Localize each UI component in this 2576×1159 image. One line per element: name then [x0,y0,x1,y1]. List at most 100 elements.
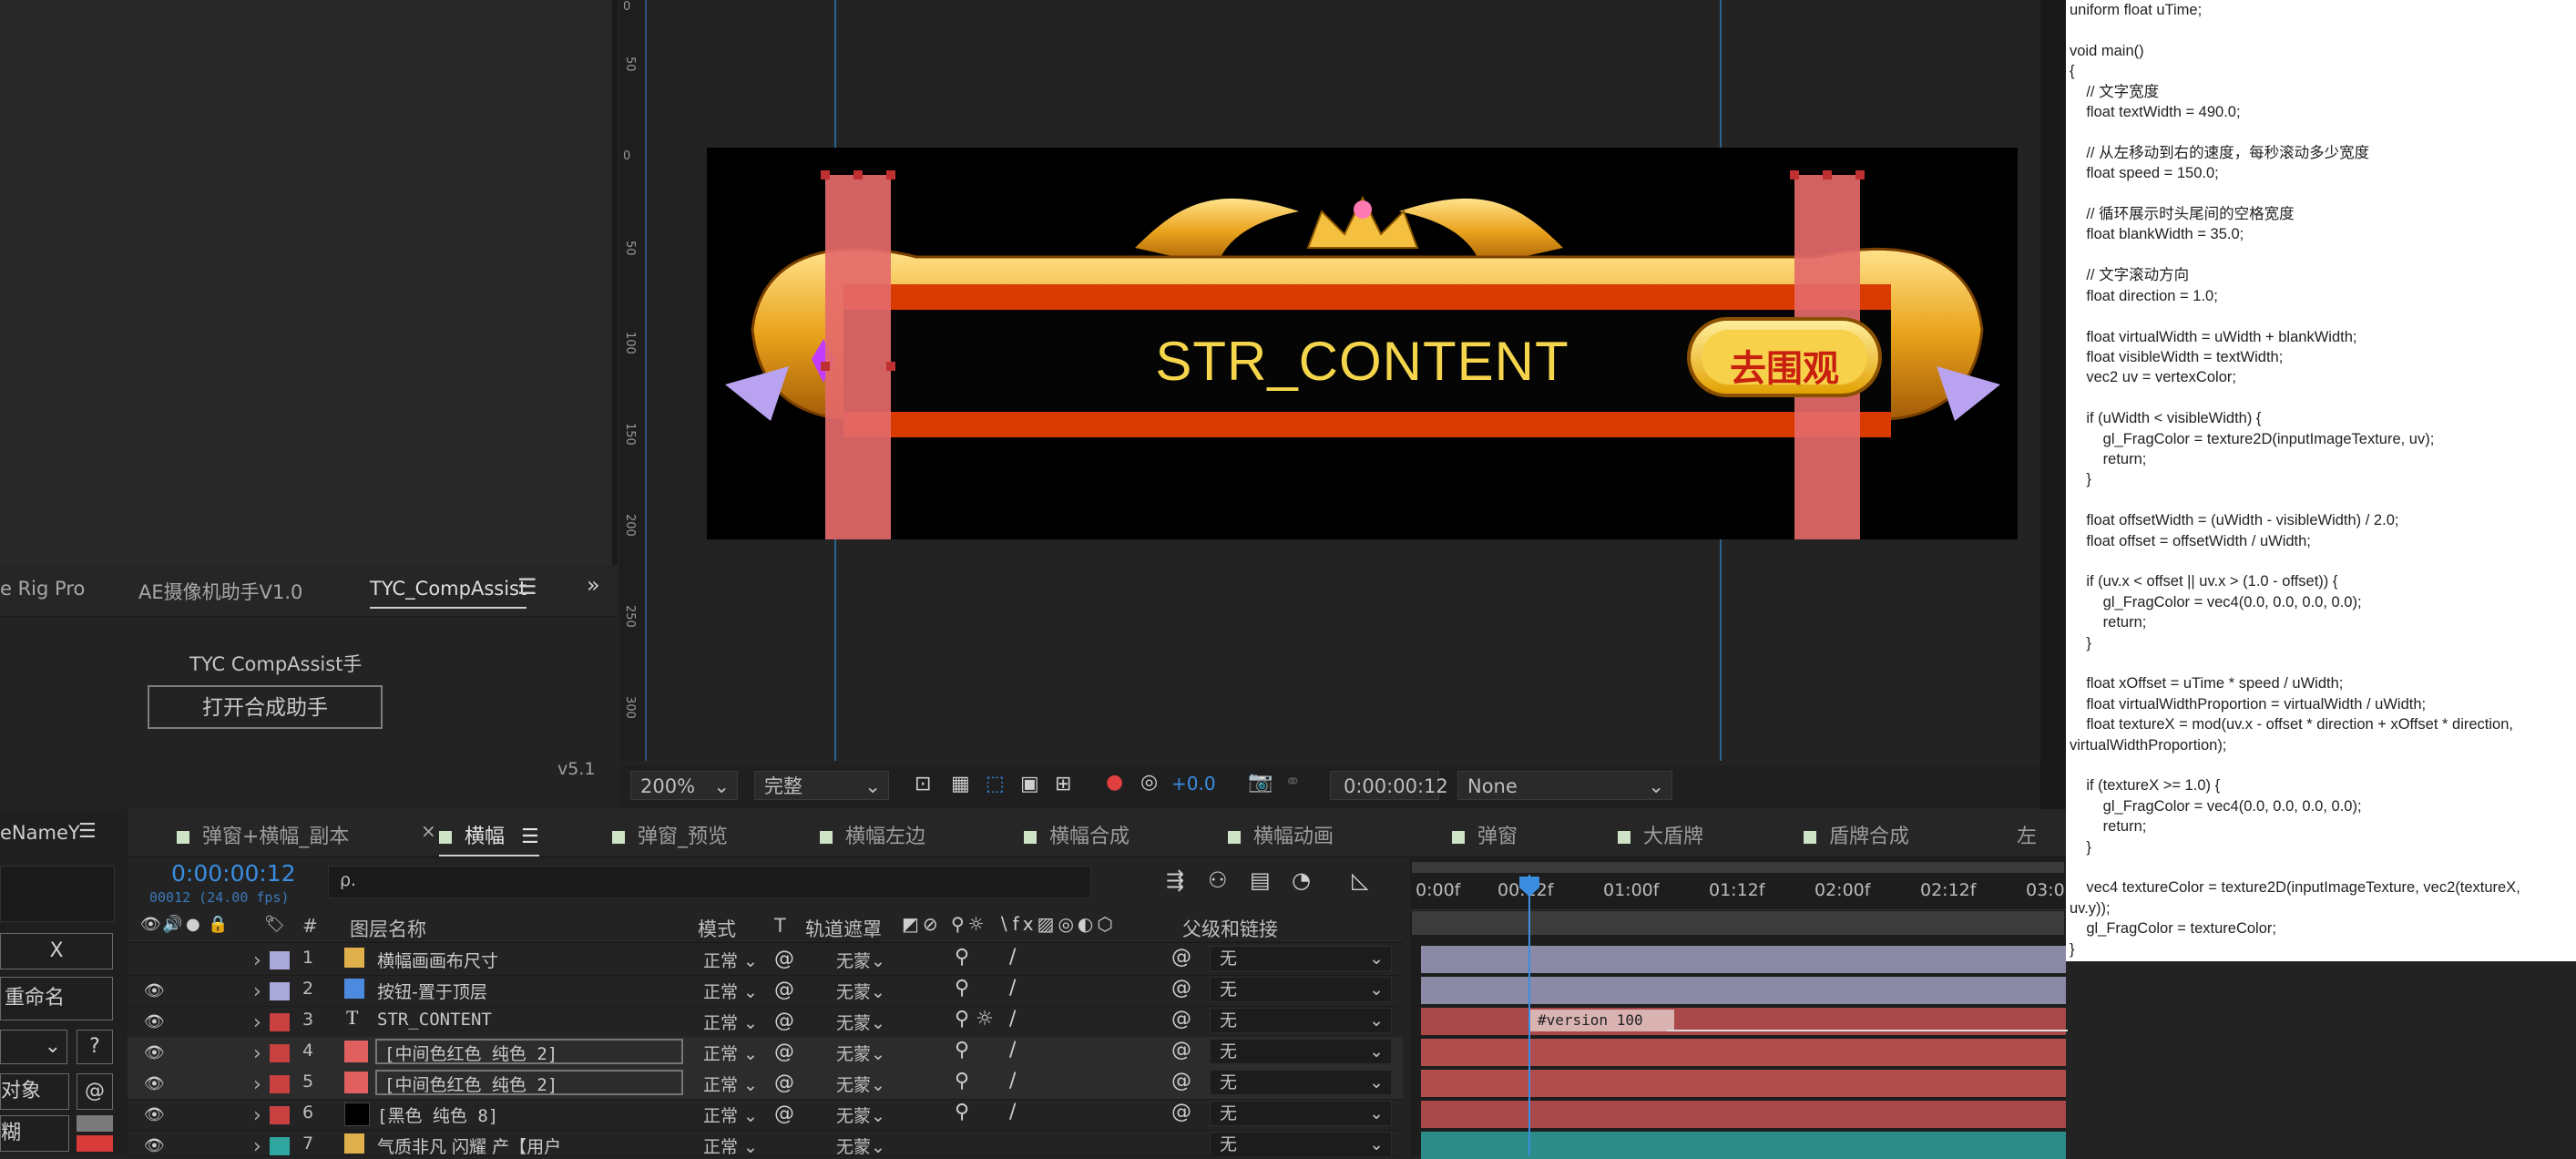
current-time-field[interactable]: 0:00:00:12 [1330,771,1448,800]
label-color-swatch[interactable] [270,1106,290,1124]
open-comp-assist-button[interactable]: 打开合成助手 [148,685,383,729]
resolution-select[interactable]: 完整 ⌄ [754,771,889,800]
track-matte-select[interactable]: 无蒙⌄ [836,1103,885,1127]
track-matte-select[interactable]: 无蒙⌄ [836,948,885,972]
layer-duration-bar[interactable] [1421,1070,2066,1097]
parent-select[interactable]: 无 ⌄ [1210,1008,1392,1033]
layer-duration-bar[interactable] [1421,1101,2066,1128]
expand-chevron-icon[interactable]: › [253,1042,261,1065]
label-icon[interactable]: 🏷 [264,915,285,934]
layer-row[interactable]: › 1 横幅画画布尺寸 正常 ⌄ @ 无蒙⌄ ⚲ / @ 无 ⌄ [128,944,1403,976]
track-matte-select[interactable]: 无蒙⌄ [836,1010,885,1034]
tab-camera-helper[interactable]: AE摄像机助手V1.0 [138,578,302,605]
tab-banner-left[interactable]: 横幅左边 [820,820,925,849]
rename-button[interactable]: 重命名 [0,977,113,1021]
comp-flowchart-icon[interactable]: ⇶ [1166,867,1184,893]
name-input[interactable] [0,866,115,922]
eye-icon[interactable]: 👁 [140,915,161,934]
snapshot-icon[interactable]: 📷 [1248,771,1273,794]
eye-icon[interactable]: 👁 [144,1136,165,1155]
tab-left-partial[interactable]: 左 [2017,820,2037,849]
lock-icon[interactable]: 🔒 [208,915,228,934]
overflow-chevron-icon[interactable]: » [587,572,600,598]
tab-big-shield[interactable]: 大盾牌 [1618,820,1703,849]
parent-pickwhip-icon[interactable]: @ [1171,946,1191,969]
track-matte-icon[interactable]: @ [774,1010,794,1032]
track-matte-icon[interactable]: @ [774,1041,794,1063]
layer-row[interactable]: 👁 › 6 [黑色 纯色 8] 正常 ⌄ @ 无蒙⌄ ⚲ / @ 无 ⌄ [128,1099,1403,1131]
timeline-timecode[interactable]: 0:00:00:12 [171,860,296,887]
parent-select[interactable]: 无 ⌄ [1210,1070,1392,1095]
layer-name[interactable]: [中间色红色 纯色 2] [384,1041,557,1065]
layer-name[interactable]: 横幅画画布尺寸 [377,948,498,972]
close-icon[interactable]: × [421,820,436,842]
eye-icon[interactable]: 👁 [144,1105,165,1124]
panel-divider[interactable] [612,0,618,565]
audio-icon[interactable]: 🔊 [162,915,182,934]
color-management-icon[interactable]: ◎ [1140,771,1158,794]
mode-select[interactable]: 正常 ⌄ [703,948,758,972]
comp-canvas[interactable]: STR_CONTENT 去围观 [707,148,2018,560]
graph-editor-icon[interactable]: ◺ [1352,867,1368,893]
panel-menu-icon[interactable]: ☰ [78,820,97,843]
expand-chevron-icon[interactable]: › [253,980,261,1003]
label-color-swatch[interactable] [270,982,290,1000]
track-matte-icon[interactable]: @ [774,1072,794,1094]
playhead-line[interactable] [1528,875,1530,1155]
work-area-bar[interactable] [1412,862,2064,873]
track-matte-select[interactable]: 无蒙⌄ [836,1133,885,1155]
tab-banner[interactable]: 横幅 ☰ [439,820,539,856]
roi-icon[interactable]: ⊡ [915,773,931,795]
track-matte-icon[interactable]: @ [774,1103,794,1125]
collapse-switch-icon[interactable]: ⚲ [955,946,969,969]
expand-chevron-icon[interactable]: › [253,949,261,972]
show-snapshot-icon[interactable]: ⚭ [1284,771,1301,794]
view-select[interactable]: None ⌄ [1457,771,1672,800]
collapse-switch-icon[interactable]: ⚲ [955,1070,969,1092]
swatch-red[interactable] [77,1135,113,1152]
parent-pickwhip-icon[interactable]: @ [1171,1008,1191,1031]
quality-switch-icon[interactable]: / [1009,1039,1016,1062]
label-color-swatch[interactable] [270,1075,290,1093]
quality-switch-icon[interactable]: / [1009,1101,1016,1123]
track-matte-icon[interactable]: @ [774,979,794,1001]
layer-duration-bar[interactable] [1421,946,2066,973]
expand-chevron-icon[interactable]: › [253,1073,261,1096]
shy-icon[interactable]: ⚇ [1208,867,1228,893]
collapse-switch-icon[interactable]: ⚲ [955,1101,969,1123]
expand-chevron-icon[interactable]: › [253,1011,261,1034]
eye-icon[interactable]: 👁 [144,1012,165,1031]
mask-path-icon[interactable]: ⬚ [986,773,1005,795]
track-matte-select[interactable]: 无蒙⌄ [836,1041,885,1065]
tab-banner-anim[interactable]: 横幅动画 [1228,820,1334,849]
layer-name[interactable]: 按钮-置于顶层 [377,979,487,1003]
quality-switch-icon[interactable]: / [1009,977,1016,1000]
swatch-gray[interactable] [77,1115,113,1132]
parent-pickwhip-icon[interactable]: @ [1171,1039,1191,1062]
parent-select[interactable]: 无 ⌄ [1210,1039,1392,1064]
layer-row[interactable]: 👁 › 7 气质非凡 闪耀 产【用户 正常 ⌄ 无蒙⌄ 无 ⌄ [128,1130,1403,1156]
label-color-swatch[interactable] [270,951,290,969]
layer-duration-bar[interactable]: #version 100 [1421,1008,2068,1035]
mode-select[interactable]: 正常 ⌄ [703,1133,758,1155]
parent-select[interactable]: 无 ⌄ [1210,1101,1392,1126]
channel-icon[interactable]: ● [1106,771,1123,794]
x-button[interactable]: X [0,933,113,969]
clip-label[interactable]: #version 100 [1530,1010,1674,1031]
collapse-switch-icon[interactable]: ⚲ ☼ [955,1008,994,1031]
eye-icon[interactable]: 👁 [144,1074,165,1093]
exposure-value[interactable]: +0.0 [1171,773,1216,795]
layer-duration-bar[interactable] [1421,977,2066,1004]
label-color-swatch[interactable] [270,1013,290,1031]
tab-rig-pro[interactable]: e Rig Pro [0,578,85,600]
layer-name[interactable]: 气质非凡 闪耀 产【用户 [377,1133,561,1155]
quality-switch-icon[interactable]: / [1009,1070,1016,1092]
label-color-swatch[interactable] [270,1044,290,1062]
at-button[interactable]: @ [77,1073,113,1110]
layer-name[interactable]: STR_CONTENT [377,1010,492,1030]
label-color-swatch[interactable] [270,1137,290,1155]
layer-duration-bar[interactable] [1421,1039,2066,1066]
mode-select[interactable]: 正常 ⌄ [703,1010,758,1034]
track-matte-select[interactable]: 无蒙⌄ [836,1072,885,1096]
collapse-switch-icon[interactable]: ⚲ [955,977,969,1000]
